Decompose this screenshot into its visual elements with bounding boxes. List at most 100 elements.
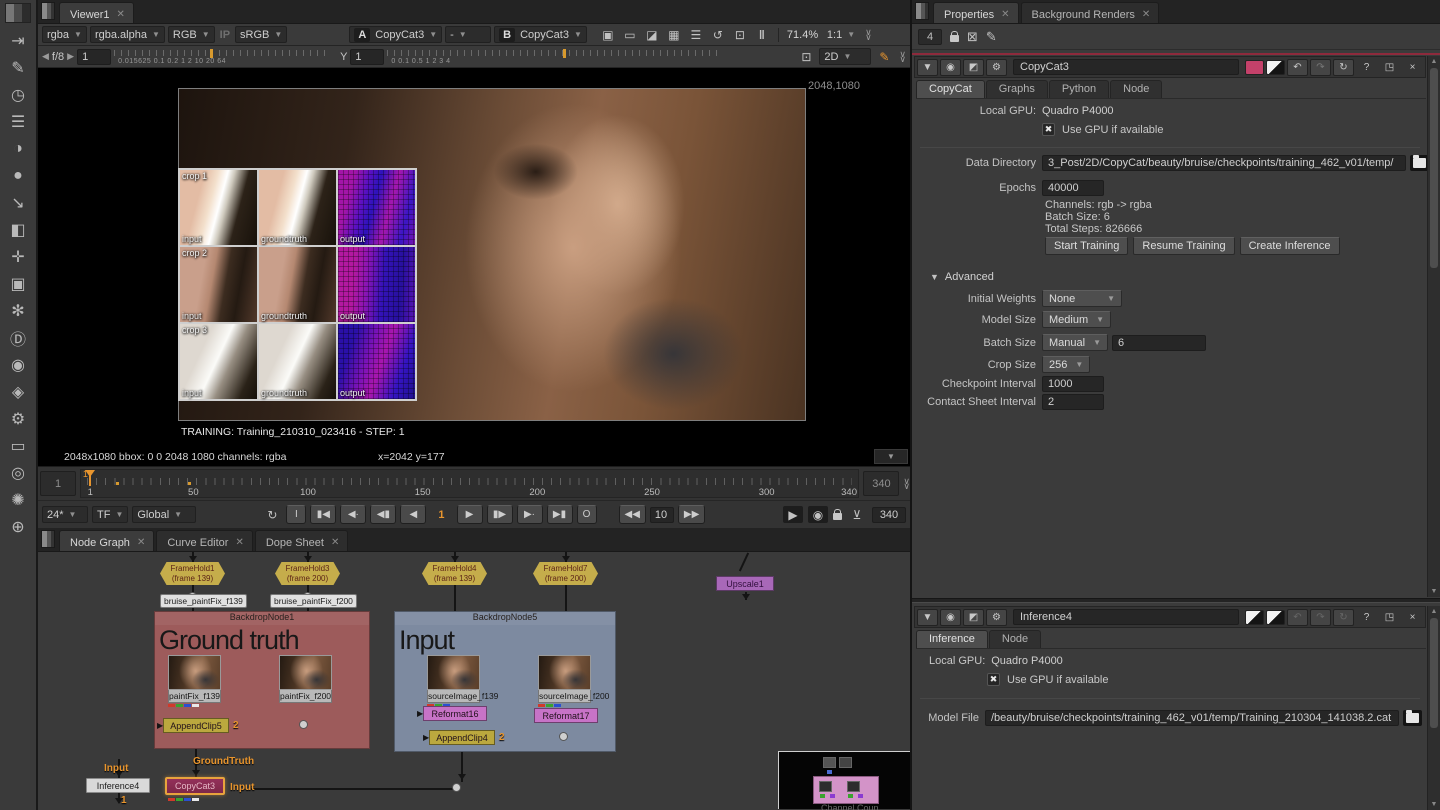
batch-size-mode-dropdown[interactable]: Manual ▼	[1042, 334, 1108, 351]
node-sourceimage-f139[interactable]: sourceImage_f139	[427, 655, 498, 707]
viewer-canvas[interactable]: 2048,1080 crop 1 input groundtruth outpu…	[38, 68, 910, 448]
pill-bruise-paintfix-f139[interactable]: bruise_paintFix_f139	[160, 594, 247, 608]
skip-forward-button[interactable]: ▶▶	[677, 505, 706, 524]
views-icon[interactable]: ◉	[3, 351, 33, 378]
fps-dropdown[interactable]: 24* ▼	[42, 506, 88, 523]
global-end-field[interactable]: 340	[872, 506, 906, 523]
max-panels-field[interactable]: 4	[918, 28, 942, 45]
last-frame-button[interactable]: ▶▮	[546, 505, 573, 524]
views-dropdown[interactable]: TF ▼	[92, 506, 129, 523]
tab-background-renders[interactable]: Background Renders ✕	[1020, 2, 1160, 23]
close-icon[interactable]: ✕	[117, 9, 125, 20]
revert-icon[interactable]: ↻	[1333, 58, 1354, 76]
colorspace-dropdown[interactable]: sRGB ▼	[235, 26, 288, 43]
crop-size-dropdown[interactable]: 256 ▼	[1042, 356, 1091, 373]
channel-display-dropdown[interactable]: RGB ▼	[167, 26, 215, 43]
frame-increment-field[interactable]: 10	[649, 506, 674, 523]
redo-icon[interactable]: ↷	[1310, 58, 1331, 76]
node-appendclip5[interactable]: ▶ AppendClip5	[157, 718, 229, 733]
step-back-button[interactable]: ◀▮	[370, 505, 397, 524]
undo-icon[interactable]: ↶	[1287, 58, 1308, 76]
skip-back-button[interactable]: ◀◀	[618, 505, 646, 524]
node-inference4[interactable]: Inference4	[86, 778, 150, 793]
layer-dropdown[interactable]: rgba ▼	[42, 26, 87, 43]
image-read-icon[interactable]: ⇥	[3, 27, 33, 54]
render-icon[interactable]: ⊻	[847, 506, 867, 523]
checkpoint-interval-field[interactable]: 1000	[1042, 376, 1104, 392]
node-framehold1[interactable]: FrameHold1 (frame 139)	[160, 562, 225, 585]
gain-slider[interactable]: 0.015625 0.1 0.2 1 2 10 20 64	[114, 48, 329, 65]
float-panel-icon[interactable]: ◳	[1379, 609, 1400, 626]
roi-icon[interactable]: ⊡	[796, 48, 816, 65]
tab-node-graph[interactable]: Node Graph ✕	[59, 530, 155, 551]
input-process-toggle[interactable]: IP	[218, 29, 232, 41]
center-node-icon[interactable]: ◉	[940, 58, 961, 76]
tab-node[interactable]: Node	[988, 630, 1042, 648]
frame-format-icon[interactable]: ▣	[598, 26, 618, 43]
inference-scrollbar[interactable]: ▲ ▼	[1427, 606, 1440, 810]
overflow-chevrons-icon[interactable]: ∨ ∨	[899, 49, 906, 63]
help-icon[interactable]: ?	[1356, 609, 1377, 626]
tab-curve-editor[interactable]: Curve Editor ✕	[156, 530, 253, 551]
proxy-icon[interactable]: ⊡	[730, 26, 750, 43]
status-dropdown[interactable]: ▼	[874, 449, 908, 464]
undo-icon[interactable]: ↶	[1287, 608, 1308, 626]
play-button[interactable]: ▶	[456, 505, 483, 524]
initial-weights-dropdown[interactable]: None ▼	[1042, 290, 1122, 307]
batch-size-field[interactable]: 6	[1112, 334, 1206, 351]
gain-field[interactable]: 1	[77, 48, 112, 65]
scrollbar-thumb[interactable]	[1430, 68, 1438, 268]
other-icon[interactable]: ▭	[3, 432, 33, 459]
tab-copycat[interactable]: CopyCat	[916, 80, 985, 98]
record-icon[interactable]: ◉	[808, 506, 828, 523]
epochs-field[interactable]: 40000	[1042, 180, 1104, 196]
scrollbar-thumb[interactable]	[1430, 618, 1438, 728]
help-icon[interactable]: ?	[1356, 59, 1377, 76]
data-directory-field[interactable]: 3_Post/2D/CopyCat/beauty/bruise/checkpoi…	[1042, 155, 1406, 171]
paint-icon[interactable]: ✎	[874, 48, 894, 65]
a-input-dropdown[interactable]: A CopyCat3 ▼	[349, 26, 443, 43]
lock-range-icon[interactable]	[833, 509, 842, 520]
panel-grip[interactable]	[915, 2, 929, 20]
create-inference-button[interactable]: Create Inference	[1239, 237, 1340, 255]
current-frame[interactable]: 1	[438, 509, 444, 521]
contact-sheet-interval-field[interactable]: 2	[1042, 394, 1104, 410]
collapse-icon[interactable]: ▼	[917, 608, 938, 626]
close-icon[interactable]: ✕	[235, 537, 243, 548]
wrench-icon[interactable]: ⚙	[986, 608, 1007, 626]
overflow-chevrons-icon[interactable]: ∨ ∨	[865, 27, 872, 41]
folder-browse-button[interactable]	[1403, 710, 1422, 726]
node-sourceimage-f200[interactable]: sourceImage_f200	[538, 655, 609, 707]
toolbar-grip[interactable]	[5, 3, 31, 23]
close-icon[interactable]: ✕	[331, 537, 339, 548]
tab-viewer1[interactable]: Viewer1 ✕	[59, 2, 134, 23]
panel-divider[interactable]	[912, 598, 1440, 603]
node-graph-canvas[interactable]: BackdropNode1 Ground truth BackdropNode5…	[38, 552, 910, 810]
fstop-prev-icon[interactable]: ◀	[42, 51, 49, 62]
copycat-scrollbar[interactable]: ▲ ▼	[1427, 56, 1440, 597]
merge-icon[interactable]: ◧	[3, 216, 33, 243]
close-panel-icon[interactable]: ×	[1402, 609, 1423, 626]
stripes-icon[interactable]: ☰	[686, 26, 706, 43]
node-reformat17[interactable]: Reformat17	[534, 708, 598, 723]
3d-icon[interactable]: ▣	[3, 270, 33, 297]
transform-icon[interactable]: ✛	[3, 243, 33, 270]
b-input-dropdown[interactable]: B CopyCat3 ▼	[494, 26, 587, 43]
close-icon[interactable]: ✕	[1001, 9, 1009, 20]
node-copycat3[interactable]: CopyCat3	[165, 777, 225, 795]
keyer-icon[interactable]: ↘	[3, 189, 33, 216]
node-paintfix-f200[interactable]: paintFix_f200	[279, 655, 332, 703]
composite-icon[interactable]: ▦	[664, 26, 684, 43]
gamma-field[interactable]: 1	[350, 48, 385, 65]
frame-ruler[interactable]: 1 50 100 150 200 250 300 340 1	[80, 469, 860, 498]
panel-grip[interactable]	[41, 2, 55, 20]
loop-mode-icon[interactable]: ↻	[262, 506, 282, 523]
plugins-icon[interactable]: ◎	[3, 459, 33, 486]
node-color-swatch[interactable]	[1245, 59, 1264, 75]
fstop-label[interactable]: f/8	[52, 51, 64, 63]
next-keyframe-button[interactable]: ▶·	[516, 505, 543, 524]
filter-icon[interactable]: ●	[3, 162, 33, 189]
lock-panels-icon[interactable]	[950, 31, 959, 42]
node-framehold4[interactable]: FrameHold4 (frame 139)	[422, 562, 487, 585]
clear-panels-icon[interactable]: ⊠	[967, 29, 978, 45]
